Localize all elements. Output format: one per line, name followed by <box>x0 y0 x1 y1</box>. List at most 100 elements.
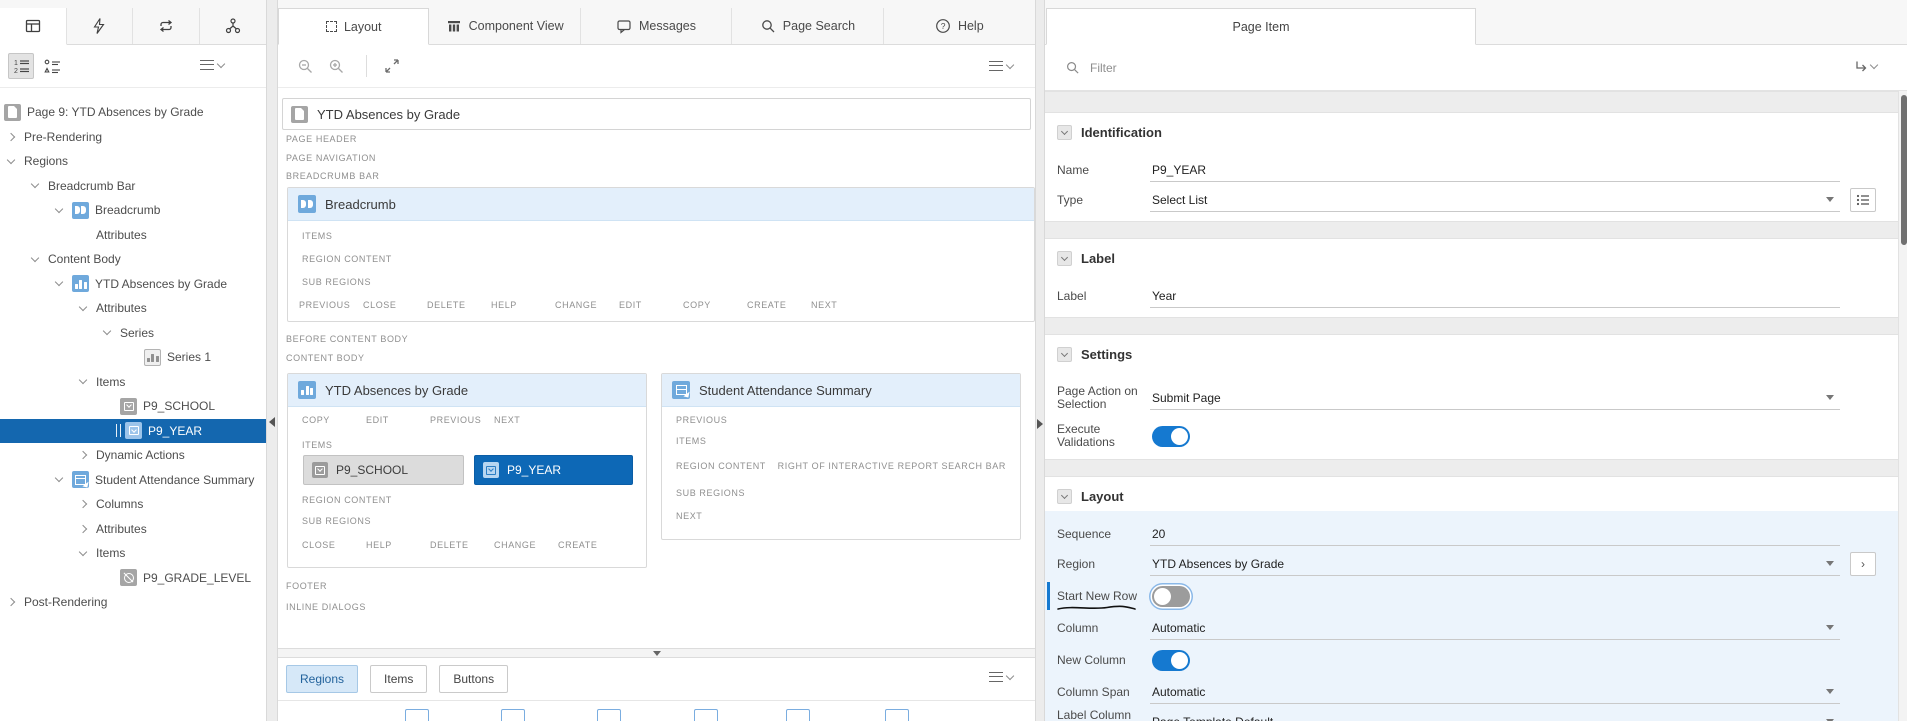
layout-menu-button[interactable] <box>989 61 1013 71</box>
tree-node-attributes[interactable]: Attributes <box>0 296 266 321</box>
slot-footer[interactable]: FOOTER <box>286 581 327 591</box>
gallery-splitter[interactable] <box>278 648 1035 658</box>
zone-sub-regions[interactable]: SUB REGIONS <box>302 516 646 526</box>
action-next[interactable]: NEXT <box>494 415 558 425</box>
zone-region-content[interactable]: REGION CONTENT <box>302 254 1020 265</box>
template-icon[interactable] <box>885 709 909 721</box>
tree-node-regions[interactable]: Regions <box>0 149 266 174</box>
column-select[interactable]: Automatic <box>1150 616 1840 640</box>
action-delete[interactable]: DELETE <box>430 540 494 550</box>
action-close[interactable]: CLOSE <box>302 540 366 550</box>
tab-dynamic-actions[interactable] <box>67 8 134 44</box>
action-copy[interactable]: COPY <box>683 300 747 310</box>
collapse-left-icon[interactable] <box>269 417 275 427</box>
tree-node-page[interactable]: Page 9: YTD Absences by Grade <box>0 100 266 125</box>
start-new-row-toggle[interactable] <box>1152 586 1190 607</box>
type-select[interactable]: Select List <box>1150 188 1840 212</box>
grouping-list-button[interactable] <box>39 53 65 79</box>
tab-help[interactable]: ? Help <box>884 8 1035 44</box>
right-splitter[interactable] <box>1035 0 1045 721</box>
report-region[interactable]: Student Attendance Summary PREVIOUS ITEM… <box>661 373 1021 540</box>
expand-icon[interactable] <box>379 53 405 79</box>
region-goto-button[interactable]: › <box>1850 552 1876 576</box>
item-p9-year-selected[interactable]: P9_YEAR <box>474 455 633 485</box>
page-title-box[interactable]: YTD Absences by Grade <box>282 98 1031 130</box>
slot-content-body[interactable]: CONTENT BODY <box>286 353 365 363</box>
tree-node-p9-year[interactable]: P9_YEAR <box>0 419 266 444</box>
chart-region[interactable]: YTD Absences by Grade COPY EDIT PREVIOUS… <box>287 373 647 568</box>
gallery-tab-buttons[interactable]: Buttons <box>439 665 508 693</box>
action-change[interactable]: CHANGE <box>555 300 619 310</box>
name-input[interactable]: P9_YEAR <box>1150 163 1206 177</box>
breadcrumb-region[interactable]: Breadcrumb ITEMS REGION CONTENT SUB REGI… <box>287 187 1035 322</box>
zoom-in-icon[interactable] <box>323 53 349 79</box>
type-list-button[interactable] <box>1850 188 1876 212</box>
tab-page-item[interactable]: Page Item <box>1046 8 1476 45</box>
zone-region-content[interactable]: REGION CONTENT <box>676 461 766 471</box>
execute-validations-toggle[interactable] <box>1152 426 1190 447</box>
action-help[interactable]: HELP <box>366 540 430 550</box>
slot-page-navigation[interactable]: PAGE NAVIGATION <box>286 153 376 163</box>
slot-inline-dialogs[interactable]: INLINE DIALOGS <box>286 602 366 612</box>
collapse-icon[interactable] <box>1057 489 1072 504</box>
zone-sub-regions[interactable]: SUB REGIONS <box>302 277 1020 288</box>
action-close[interactable]: CLOSE <box>363 300 427 310</box>
template-icon[interactable] <box>694 709 718 721</box>
zone-items[interactable]: ITEMS <box>302 231 1020 242</box>
tree-node-report-region[interactable]: Student Attendance Summary <box>0 468 266 493</box>
tab-page-search[interactable]: Page Search <box>732 8 883 44</box>
action-copy[interactable]: COPY <box>302 415 366 425</box>
collapse-right-icon[interactable] <box>1037 419 1043 429</box>
collapse-icon[interactable] <box>1057 347 1072 362</box>
label-column-span-select[interactable]: Page Template Default <box>1150 710 1840 721</box>
region-select[interactable]: YTD Absences by Grade <box>1150 552 1840 576</box>
gallery-tab-regions[interactable]: Regions <box>286 665 358 693</box>
tree-node-series[interactable]: Series <box>0 321 266 346</box>
sequence-input[interactable]: 20 <box>1150 527 1165 541</box>
action-previous[interactable]: PREVIOUS <box>299 300 363 310</box>
tree-node-columns[interactable]: Columns <box>0 492 266 517</box>
action-previous[interactable]: PREVIOUS <box>676 415 1020 425</box>
item-p9-school[interactable]: P9_SCHOOL <box>303 455 464 485</box>
tree-menu-button[interactable] <box>200 60 224 70</box>
breadcrumb-region-header[interactable]: Breadcrumb <box>288 188 1034 221</box>
gallery-menu-button[interactable] <box>989 672 1013 682</box>
page-action-select[interactable]: Submit Page <box>1150 386 1840 410</box>
action-create[interactable]: CREATE <box>558 540 622 550</box>
label-input[interactable]: Year <box>1150 289 1176 303</box>
tab-layout[interactable]: Layout <box>278 8 429 45</box>
tree-node-series-1[interactable]: Series 1 <box>0 345 266 370</box>
action-edit[interactable]: EDIT <box>366 415 430 425</box>
tree-node-items[interactable]: Items <box>0 541 266 566</box>
tree-node-attributes[interactable]: Attributes <box>0 223 266 248</box>
template-icon[interactable] <box>501 709 525 721</box>
gallery-tab-items[interactable]: Items <box>370 665 427 693</box>
zone-region-content[interactable]: REGION CONTENT <box>302 495 646 505</box>
zone-items[interactable]: ITEMS <box>676 436 1020 446</box>
slot-page-header[interactable]: PAGE HEADER <box>286 134 357 144</box>
action-change[interactable]: CHANGE <box>494 540 558 550</box>
new-column-toggle[interactable] <box>1152 650 1190 671</box>
tree-node-p9-school[interactable]: P9_SCHOOL <box>0 394 266 419</box>
action-delete[interactable]: DELETE <box>427 300 491 310</box>
template-icon[interactable] <box>786 709 810 721</box>
scrollbar[interactable] <box>1898 91 1907 721</box>
filter-input[interactable] <box>1090 61 1869 75</box>
action-edit[interactable]: EDIT <box>619 300 683 310</box>
action-create[interactable]: CREATE <box>747 300 811 310</box>
goto-group-button[interactable] <box>1854 60 1877 73</box>
chart-region-header[interactable]: YTD Absences by Grade <box>288 374 646 407</box>
slot-breadcrumb-bar[interactable]: BREADCRUMB BAR <box>286 171 379 181</box>
tree-node-chart-region[interactable]: YTD Absences by Grade <box>0 272 266 297</box>
tree-node-post-rendering[interactable]: Post-Rendering <box>0 590 266 615</box>
zoom-out-icon[interactable] <box>292 53 318 79</box>
tab-processing[interactable] <box>133 8 200 44</box>
collapse-icon[interactable] <box>1057 251 1072 266</box>
tab-shared-components[interactable] <box>200 8 267 44</box>
zone-sub-regions[interactable]: SUB REGIONS <box>676 488 1020 498</box>
tab-rendering[interactable] <box>0 8 67 45</box>
tab-component-view[interactable]: Component View <box>429 8 580 44</box>
tree-node-attributes[interactable]: Attributes <box>0 517 266 542</box>
action-help[interactable]: HELP <box>491 300 555 310</box>
left-splitter[interactable] <box>266 0 278 721</box>
